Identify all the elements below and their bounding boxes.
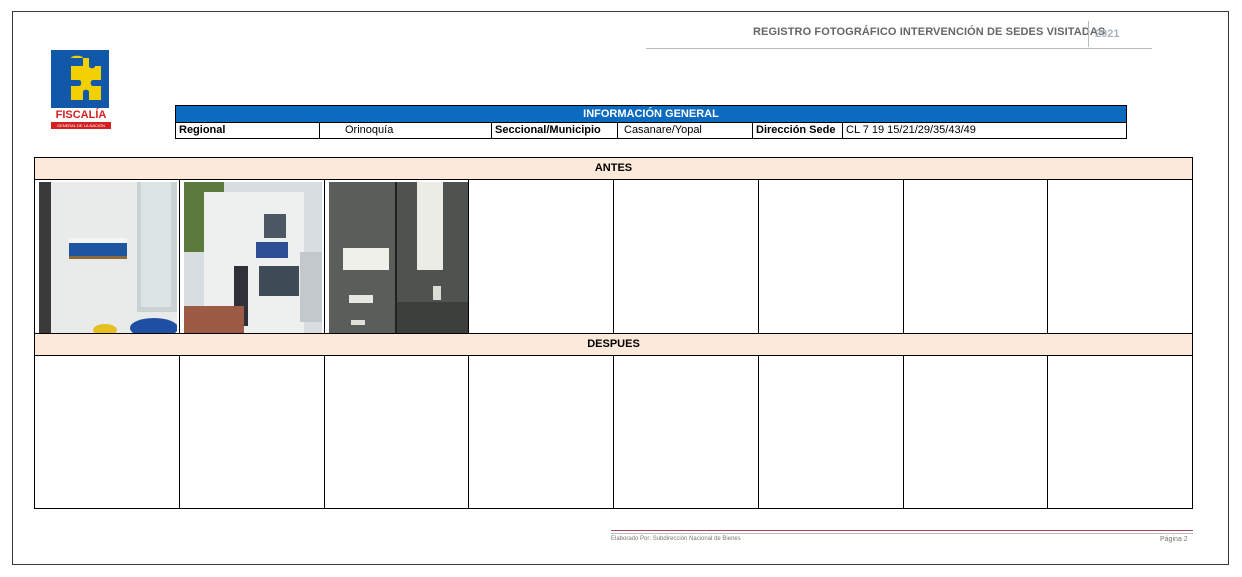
- despues-row: [35, 356, 1192, 508]
- footer-prepared-by: Elaborado Por: Subdirección Nacional de …: [611, 536, 741, 542]
- despues-cell-1: [35, 356, 180, 508]
- antes-cell-3: [325, 180, 470, 333]
- document-page: REGISTRO FOTOGRÁFICO INTERVENCIÓN DE SED…: [12, 11, 1229, 565]
- seccional-label: Seccional/Municipio: [492, 123, 618, 138]
- logo-name: FISCALÍA: [55, 109, 107, 121]
- header-separator: [1088, 21, 1089, 47]
- antes-heading: ANTES: [35, 158, 1192, 180]
- antes-cell-1: [35, 180, 180, 333]
- despues-cell-8: [1048, 356, 1192, 508]
- general-info-heading: INFORMACIÓN GENERAL: [176, 106, 1126, 123]
- despues-cell-5: [614, 356, 759, 508]
- direccion-value: CL 7 19 15/21/29/35/43/49: [846, 124, 976, 136]
- despues-cell-2: [180, 356, 325, 508]
- photo-ceiling-lights: [328, 182, 469, 333]
- regional-value: Orinoquía: [320, 123, 492, 138]
- despues-cell-7: [904, 356, 1049, 508]
- document-year: 2021: [1095, 28, 1120, 40]
- despues-cell-4: [469, 356, 614, 508]
- general-info-row: Regional Orinoquía Seccional/Municipio C…: [176, 123, 1126, 138]
- despues-cell-6: [759, 356, 904, 508]
- antes-cell-4: [469, 180, 614, 333]
- general-info-table: INFORMACIÓN GENERAL Regional Orinoquía S…: [175, 105, 1127, 139]
- footer-rule-bottom: [611, 533, 1193, 534]
- direccion-label: Dirección Sede: [753, 123, 843, 138]
- photo-grid: ANTES DESPUES: [34, 157, 1193, 509]
- fiscalia-logo: FISCALÍA GENERAL DE LA NACIÓN: [51, 50, 111, 130]
- antes-cell-5: [614, 180, 759, 333]
- antes-cell-6: [759, 180, 904, 333]
- photo-entrance-sign: [39, 182, 177, 333]
- puzzle-piece-icon: [71, 55, 101, 100]
- antes-cell-7: [904, 180, 1049, 333]
- logo-subtitle: GENERAL DE LA NACIÓN: [51, 122, 111, 129]
- despues-heading: DESPUES: [35, 334, 1192, 356]
- logo-emblem: [51, 50, 109, 108]
- document-title: REGISTRO FOTOGRÁFICO INTERVENCIÓN DE SED…: [753, 26, 1106, 38]
- photo-building-facade: [183, 182, 322, 333]
- seccional-value: Casanare/Yopal: [618, 123, 753, 138]
- antes-row: [35, 180, 1192, 334]
- antes-cell-2: [180, 180, 325, 333]
- despues-cell-3: [325, 356, 470, 508]
- antes-cell-8: [1048, 180, 1192, 333]
- footer-rule-top: [611, 530, 1193, 531]
- header-rule: [646, 48, 1152, 49]
- footer-page-number: Página 2: [1160, 536, 1188, 543]
- regional-label: Regional: [176, 123, 320, 138]
